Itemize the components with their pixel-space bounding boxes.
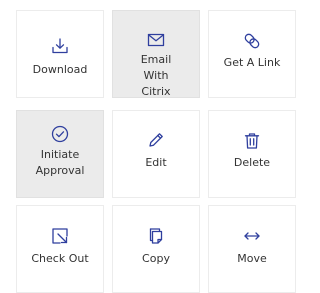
link-icon: [243, 32, 261, 50]
email-with-citrix-label: Email With Citrix: [140, 53, 172, 98]
delete-label: Delete: [233, 156, 271, 169]
get-a-link-label: Get A Link: [223, 56, 281, 69]
delete-button[interactable]: Delete: [208, 110, 296, 198]
copy-label: Copy: [142, 252, 170, 265]
approval-check-icon: [51, 125, 69, 143]
envelope-icon: [147, 31, 165, 49]
trash-icon: [243, 132, 261, 150]
edit-label: Edit: [145, 156, 167, 169]
check-out-button[interactable]: Check Out: [16, 205, 104, 293]
download-button[interactable]: Download: [16, 10, 104, 98]
initiate-approval-label: Initiate Approval: [35, 148, 85, 177]
download-label: Download: [32, 63, 88, 76]
copy-icon: [147, 227, 165, 245]
download-icon: [51, 37, 69, 55]
file-actions-grid: Download Email With Citrix Get A Link In…: [0, 0, 300, 293]
check-out-label: Check Out: [31, 252, 89, 265]
edit-button[interactable]: Edit: [112, 110, 200, 198]
get-a-link-button[interactable]: Get A Link: [208, 10, 296, 98]
move-label: Move: [237, 252, 267, 265]
pencil-icon: [147, 131, 165, 149]
copy-button[interactable]: Copy: [112, 205, 200, 293]
move-button[interactable]: Move: [208, 205, 296, 293]
check-out-icon: [51, 227, 69, 245]
move-arrows-icon: [243, 227, 261, 245]
initiate-approval-button[interactable]: Initiate Approval: [16, 110, 104, 198]
email-with-citrix-button[interactable]: Email With Citrix: [112, 10, 200, 98]
